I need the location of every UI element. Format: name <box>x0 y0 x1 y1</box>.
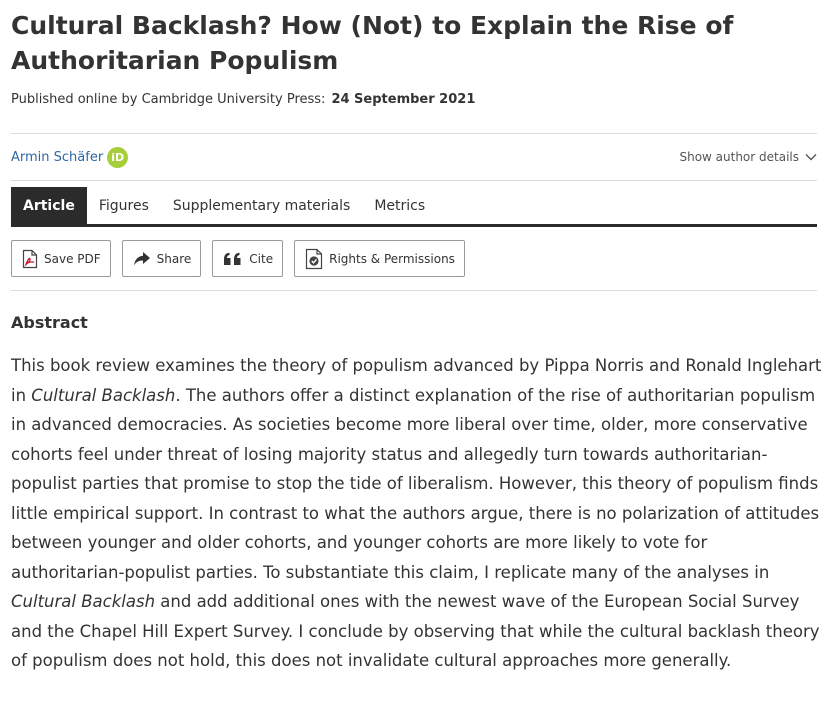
published-label: Published online by Cambridge University… <box>11 92 326 107</box>
article-actions: Save PDF Share Cite Rights & Permissions <box>11 240 476 277</box>
divider <box>11 180 817 181</box>
author-name-link[interactable]: Armin Schäfer <box>11 150 103 165</box>
orcid-icon[interactable]: iD <box>107 147 129 168</box>
tab-supplementary-materials[interactable]: Supplementary materials <box>161 187 362 224</box>
tab-article[interactable]: Article <box>11 187 87 224</box>
show-author-details-label: Show author details <box>679 150 799 164</box>
rights-permissions-label: Rights & Permissions <box>329 251 455 266</box>
rights-document-icon <box>305 248 323 270</box>
tab-metrics[interactable]: Metrics <box>362 187 437 224</box>
chevron-down-icon <box>805 153 817 161</box>
article-tabs: Article Figures Supplementary materials … <box>11 187 817 227</box>
published-date: 24 September 2021 <box>331 92 476 107</box>
share-label: Share <box>156 251 192 266</box>
rights-permissions-button[interactable]: Rights & Permissions <box>294 240 465 277</box>
pdf-file-icon <box>22 249 38 269</box>
quote-icon <box>223 252 243 266</box>
abstract-text-part: . The authors offer a distinct explanati… <box>11 385 820 582</box>
author-row: Armin Schäfer iD <box>11 147 129 168</box>
publication-info: Published online by Cambridge University… <box>11 92 475 107</box>
share-button[interactable]: Share <box>121 240 202 277</box>
cite-label: Cite <box>249 251 274 266</box>
save-pdf-button[interactable]: Save PDF <box>11 240 111 277</box>
divider <box>11 133 817 134</box>
share-arrow-icon <box>133 251 151 267</box>
tab-figures[interactable]: Figures <box>87 187 161 224</box>
divider <box>11 290 817 291</box>
book-title-italic: Cultural Backlash <box>11 592 156 611</box>
save-pdf-label: Save PDF <box>44 251 101 266</box>
show-author-details-button[interactable]: Show author details <box>679 150 817 164</box>
cite-button[interactable]: Cite <box>212 240 284 277</box>
article-title: Cultural Backlash? How (Not) to Explain … <box>11 11 734 75</box>
abstract-heading: Abstract <box>11 313 88 332</box>
abstract-text: This book review examines the theory of … <box>11 351 823 676</box>
book-title-italic: Cultural Backlash <box>31 385 176 405</box>
